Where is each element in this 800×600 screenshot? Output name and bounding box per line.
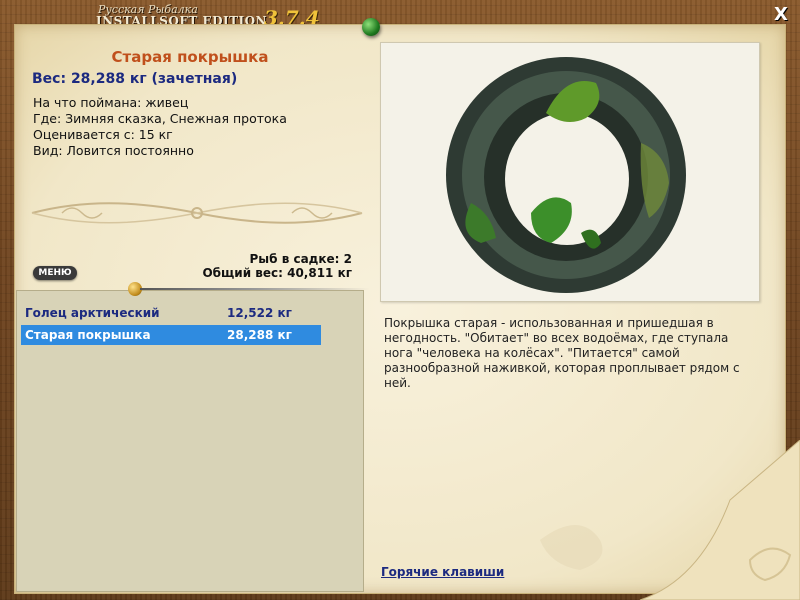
fish-description: Покрышка старая - использованная и прише… (384, 316, 740, 390)
catch-list: Голец арктический 12,522 кг Старая покры… (16, 290, 364, 592)
fish-picture-frame (380, 42, 760, 302)
needle-divider (140, 288, 370, 290)
page-curl-icon (540, 440, 800, 600)
fish-title: Старая покрышка (111, 48, 269, 66)
ornament-divider (31, 202, 363, 224)
tire-image (446, 57, 686, 293)
close-icon[interactable]: X (770, 4, 792, 26)
location-text: Где: Зимняя сказка, Снежная протока (33, 111, 287, 126)
menu-button[interactable]: МЕНЮ (33, 266, 77, 280)
pin-icon (362, 18, 380, 36)
list-item-weight: 12,522 кг (227, 306, 292, 320)
kind-text: Вид: Ловится постоянно (33, 143, 194, 158)
list-item-selected[interactable]: Старая покрышка 28,288 кг (21, 325, 321, 345)
caught-on-text: На что поймана: живец (33, 95, 189, 110)
valued-from-text: Оценивается с: 15 кг (33, 127, 173, 142)
fish-weight: Вес: 28,288 кг (зачетная) (32, 71, 238, 87)
keepnet-stats: Рыб в садке: 2 Общий вес: 40,811 кг (180, 252, 352, 280)
list-item-weight: 28,288 кг (227, 328, 292, 342)
list-item[interactable]: Голец арктический 12,522 кг (21, 303, 321, 323)
fish-count: Рыб в садке: 2 (249, 252, 353, 266)
list-item-name: Голец арктический (25, 306, 160, 320)
list-item-name: Старая покрышка (25, 328, 151, 342)
hotkeys-link[interactable]: Горячие клавиши (381, 565, 504, 579)
total-weight: Общий вес: 40,811 кг (202, 266, 352, 280)
